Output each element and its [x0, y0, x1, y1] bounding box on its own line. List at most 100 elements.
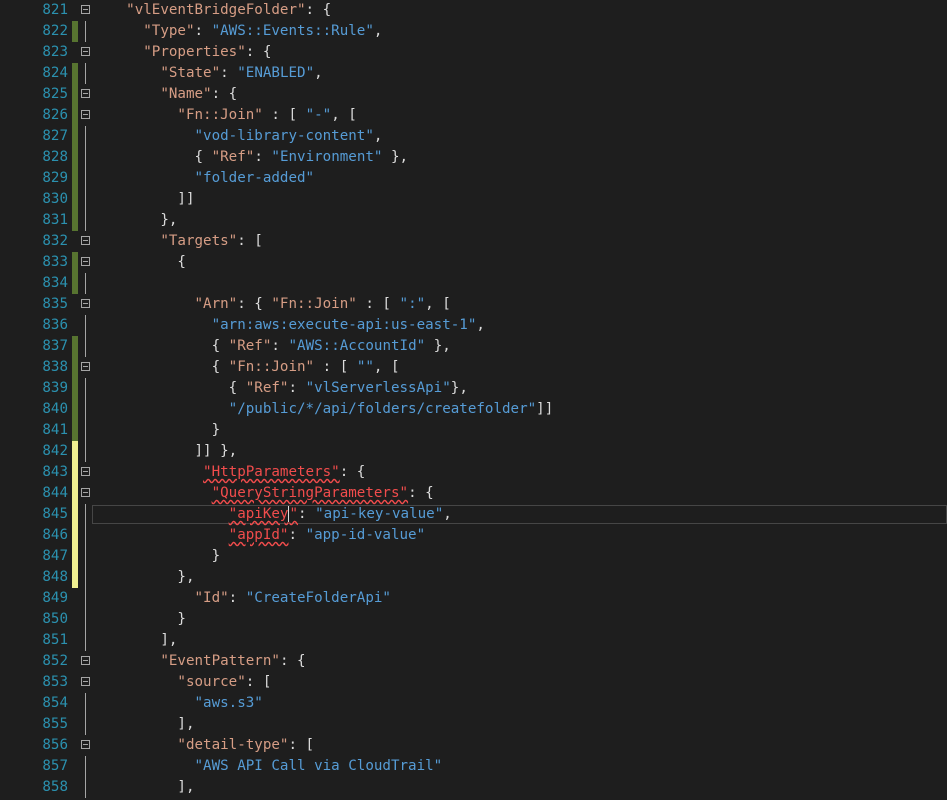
saved-change-marker	[72, 357, 78, 378]
code-line[interactable]: 833 {	[0, 252, 947, 273]
fold-guide-line	[85, 147, 86, 168]
code-text: { "Ref": "Environment" },	[92, 149, 409, 165]
fold-guide-line	[85, 714, 86, 735]
code-line[interactable]: 848 },	[0, 567, 947, 588]
code-line[interactable]: 846 "appId": "app-id-value"	[0, 525, 947, 546]
line-number: 825	[42, 86, 68, 102]
code-text: "HttpParameters": {	[203, 464, 366, 480]
code-line[interactable]: 832 "Targets": [	[0, 231, 947, 252]
code-line[interactable]: 854 "aws.s3"	[0, 693, 947, 714]
code-text: ],	[92, 716, 195, 732]
code-text: { "Ref": "AWS::AccountId" },	[92, 338, 451, 354]
code-line[interactable]: 834	[0, 273, 947, 294]
code-line[interactable]: 855 ],	[0, 714, 947, 735]
code-line[interactable]: 821 "vlEventBridgeFolder": {	[0, 0, 947, 21]
code-line[interactable]: 857 "AWS API Call via CloudTrail"	[0, 756, 947, 777]
line-number: 831	[42, 212, 68, 228]
code-line[interactable]: 837 { "Ref": "AWS::AccountId" },	[0, 336, 947, 357]
code-line[interactable]: 835 "Arn": { "Fn::Join" : [ ":", [	[0, 294, 947, 315]
code-text: }	[92, 422, 221, 438]
fold-guide-line	[85, 546, 86, 567]
code-line[interactable]: 843 "HttpParameters": {	[0, 462, 947, 483]
line-number: 857	[42, 758, 68, 774]
code-text: "EventPattern": {	[160, 653, 306, 669]
collapse-icon[interactable]	[81, 110, 90, 119]
fold-guide-line	[85, 609, 86, 630]
fold-guide-line	[85, 63, 86, 84]
line-number: 844	[42, 485, 68, 501]
collapse-icon[interactable]	[81, 257, 90, 266]
code-editor[interactable]: 821 "vlEventBridgeFolder": {822 "Type": …	[0, 0, 947, 800]
fold-guide-line	[85, 525, 86, 546]
line-number: 855	[42, 716, 68, 732]
saved-change-marker	[72, 420, 78, 441]
line-number: 839	[42, 380, 68, 396]
code-text: },	[92, 569, 195, 585]
code-line[interactable]: 849 "Id": "CreateFolderApi"	[0, 588, 947, 609]
line-number: 834	[42, 275, 68, 291]
code-text: "vod-library-content",	[194, 128, 383, 144]
code-text: "arn:aws:execute-api:us-east-1",	[211, 317, 485, 333]
collapse-icon[interactable]	[81, 677, 90, 686]
line-number: 849	[42, 590, 68, 606]
unsaved-change-marker	[72, 546, 78, 567]
code-line[interactable]: 852 "EventPattern": {	[0, 651, 947, 672]
code-text: { "Ref": "vlServerlessApi"},	[92, 380, 468, 396]
collapse-icon[interactable]	[81, 89, 90, 98]
code-line[interactable]: 826 "Fn::Join" : [ "-", [	[0, 105, 947, 126]
code-line[interactable]: 838 { "Fn::Join" : [ "", [	[0, 357, 947, 378]
line-number: 846	[42, 527, 68, 543]
code-line[interactable]: 853 "source": [	[0, 672, 947, 693]
fold-guide-line	[85, 273, 86, 294]
line-number: 841	[42, 422, 68, 438]
code-text: "Targets": [	[160, 233, 263, 249]
code-line[interactable]: 856 "detail-type": [	[0, 735, 947, 756]
collapse-icon[interactable]	[81, 299, 90, 308]
code-line[interactable]: 850 }	[0, 609, 947, 630]
code-line[interactable]: 831 },	[0, 210, 947, 231]
line-number: 853	[42, 674, 68, 690]
code-text: "apiKey": "api-key-value",	[228, 506, 452, 522]
fold-guide-line	[85, 315, 86, 336]
collapse-icon[interactable]	[81, 740, 90, 749]
fold-guide-line	[85, 567, 86, 588]
code-text: ],	[92, 779, 195, 795]
code-line[interactable]: 825 "Name": {	[0, 84, 947, 105]
collapse-icon[interactable]	[81, 656, 90, 665]
code-line[interactable]: 823 "Properties": {	[0, 42, 947, 63]
code-text: "appId": "app-id-value"	[228, 527, 426, 543]
fold-guide-line	[85, 399, 86, 420]
collapse-icon[interactable]	[81, 236, 90, 245]
unsaved-change-marker	[72, 441, 78, 462]
saved-change-marker	[72, 210, 78, 231]
code-line[interactable]: 845 "apiKey": "api-key-value",	[0, 504, 947, 525]
collapse-icon[interactable]	[81, 47, 90, 56]
code-line[interactable]: 830 ]]	[0, 189, 947, 210]
collapse-icon[interactable]	[81, 467, 90, 476]
fold-guide-line	[85, 504, 86, 525]
code-line[interactable]: 824 "State": "ENABLED",	[0, 63, 947, 84]
code-text: ]]	[92, 191, 195, 207]
saved-change-marker	[72, 21, 78, 42]
code-line[interactable]: 836 "arn:aws:execute-api:us-east-1",	[0, 315, 947, 336]
line-number: 823	[42, 44, 68, 60]
collapse-icon[interactable]	[81, 362, 90, 371]
code-line[interactable]: 827 "vod-library-content",	[0, 126, 947, 147]
code-line[interactable]: 841 }	[0, 420, 947, 441]
collapse-icon[interactable]	[81, 5, 90, 14]
code-text: "AWS API Call via CloudTrail"	[194, 758, 443, 774]
code-line[interactable]: 828 { "Ref": "Environment" },	[0, 147, 947, 168]
code-text: "source": [	[177, 674, 272, 690]
code-line[interactable]: 842 ]] },	[0, 441, 947, 462]
code-line[interactable]: 851 ],	[0, 630, 947, 651]
code-text: }	[92, 611, 186, 627]
code-line[interactable]: 839 { "Ref": "vlServerlessApi"},	[0, 378, 947, 399]
code-line[interactable]: 829 "folder-added"	[0, 168, 947, 189]
code-line[interactable]: 822 "Type": "AWS::Events::Rule",	[0, 21, 947, 42]
code-line[interactable]: 858 ],	[0, 777, 947, 798]
code-line[interactable]: 847 }	[0, 546, 947, 567]
code-line[interactable]: 840 "/public/*/api/folders/createfolder"…	[0, 399, 947, 420]
collapse-icon[interactable]	[81, 488, 90, 497]
code-text: "aws.s3"	[194, 695, 263, 711]
code-line[interactable]: 844 "QueryStringParameters": {	[0, 483, 947, 504]
